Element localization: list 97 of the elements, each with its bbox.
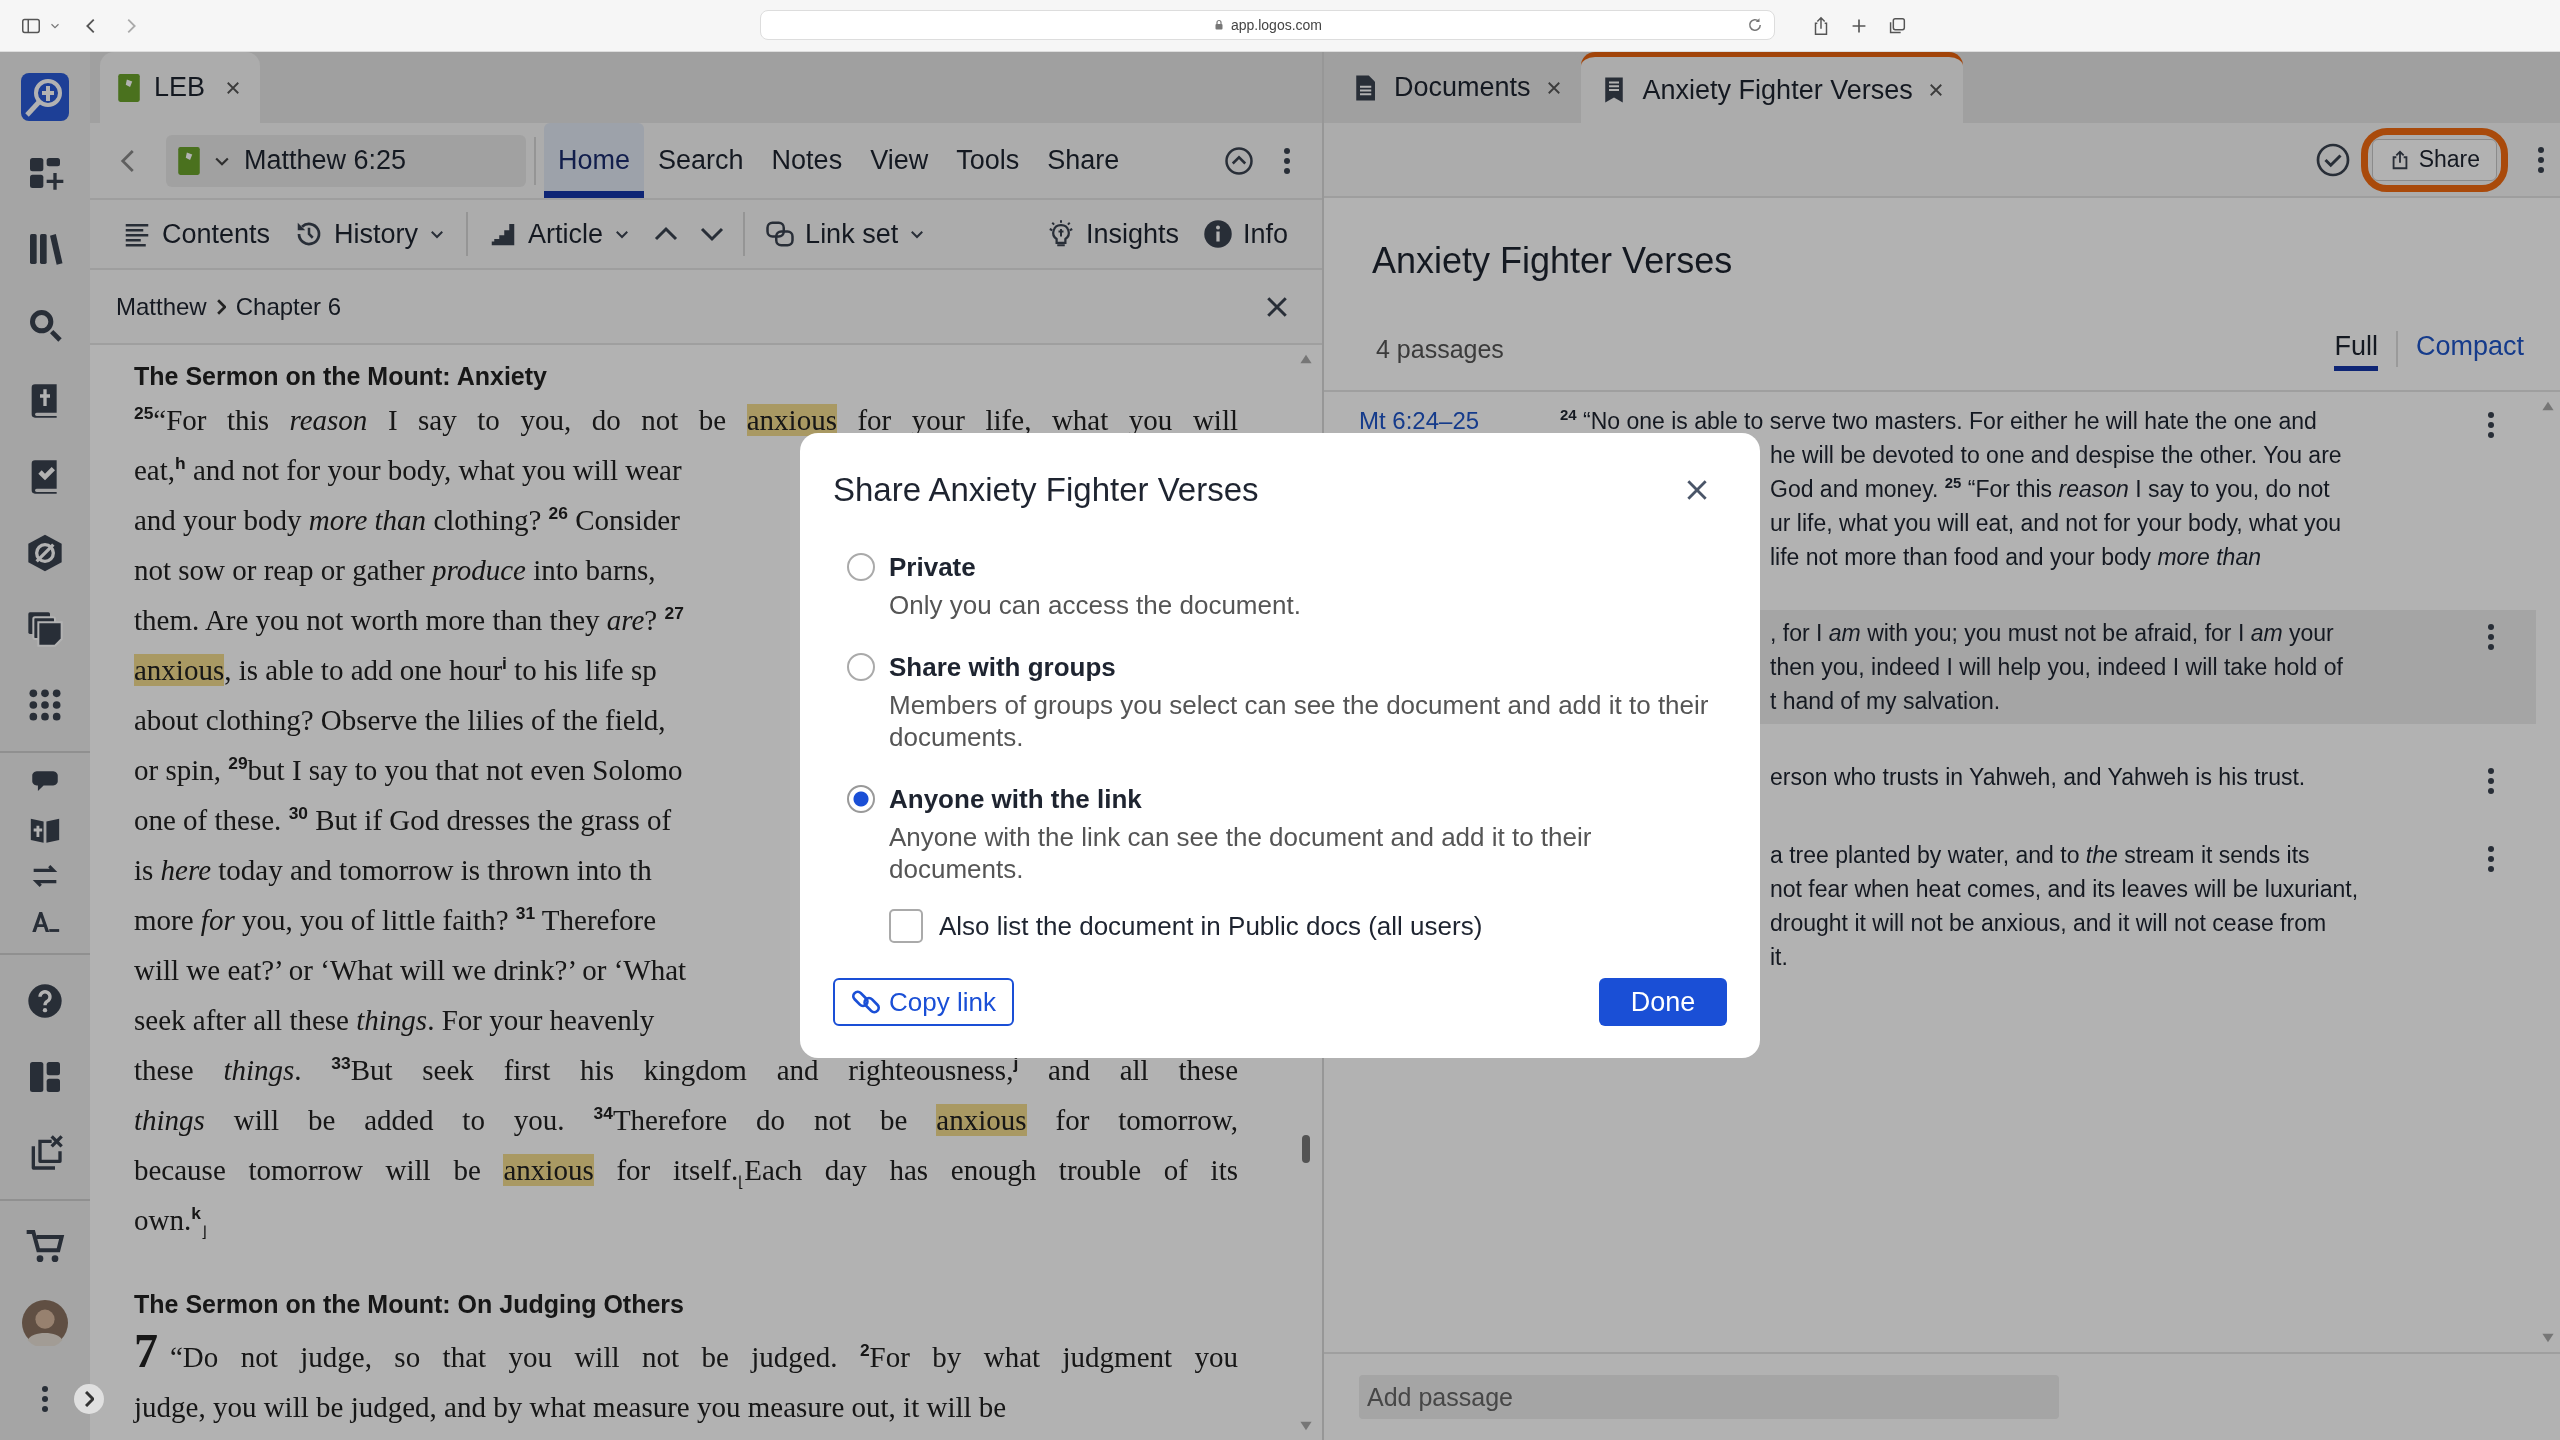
verse-line: anxious, is able to add one hour$^{i}$ to his life sp xyxy=(134,652,657,688)
passage-line: $^{24}$ “No one is able to serve two masters. For either he will hate the one and xyxy=(1560,405,2317,436)
scrollbar-thumb[interactable] xyxy=(1302,1135,1310,1163)
more-icon[interactable] xyxy=(2486,622,2496,652)
chapter-number: 7 xyxy=(134,1323,158,1379)
passage-line: drought it will not be anxious, and it will not cease from xyxy=(1770,909,2327,938)
verse-line: will we eat?’ or ‘What will we drink?’ or ‘What xyxy=(134,953,687,988)
copy-link-button[interactable]: Copy link xyxy=(833,978,1014,1026)
radio-button[interactable] xyxy=(847,785,875,813)
passage-line: erson who trusts in Yahweh, and Yahweh is his trust. xyxy=(1770,763,2306,792)
document-tab[interactable]: Anxiety Fighter Verses xyxy=(1580,52,1963,123)
passage-line: he will be devoted to one and despise the other. You are xyxy=(1770,441,2342,470)
toolbar-button[interactable]: Insights xyxy=(1041,218,1183,250)
toolbar-button[interactable]: History xyxy=(290,218,451,250)
verse-line: not sow or reap or gather produce into barns, xyxy=(134,553,656,588)
chevron-right-icon xyxy=(84,1391,94,1407)
option-description: Only you can access the document. xyxy=(889,589,1302,621)
option-description: Anyone with the link can see the document and add it to their documents. xyxy=(889,821,1593,885)
help-icon[interactable] xyxy=(25,981,65,1021)
verse-line: one of these. $^{30}$ But if God dresses the grass of xyxy=(134,802,672,838)
passage-count: 4 passages xyxy=(1376,334,1504,364)
verse-line: or spin, $^{29}$but I say to you that not even Solomo xyxy=(134,752,683,788)
add-passage-field[interactable]: Add passage xyxy=(1359,1375,2059,1419)
option-label[interactable]: Anyone with the link xyxy=(889,783,1142,815)
done-button[interactable]: Done xyxy=(1599,978,1727,1026)
breadcrumb-item[interactable]: Chapter 6 xyxy=(235,292,342,321)
checkbox-label[interactable]: Also list the document in Public docs (all users) xyxy=(939,910,1483,942)
tab-label: LEB xyxy=(154,72,206,103)
tab-label: Documents xyxy=(1394,72,1531,103)
menu-tab[interactable]: Home xyxy=(544,123,645,198)
address-bar[interactable]: app.logos.com xyxy=(760,10,1775,40)
verse-line: them. Are you not worth more than they are? $^{27}$ xyxy=(134,602,684,638)
passage-line: it. xyxy=(1770,943,1788,972)
hexagon-icon[interactable] xyxy=(25,533,65,573)
radio-button[interactable] xyxy=(847,553,875,581)
reference-selector[interactable]: Matthew 6:25 xyxy=(166,134,526,187)
verse-line: because tomorrow will be anxious for itself.$_{⌊}$Each day has enough trouble of its xyxy=(134,1153,1238,1192)
info-icon xyxy=(1202,219,1233,249)
verse-line: seek after all these things. For your heavenly xyxy=(134,1003,655,1038)
passage-line: then you, indeed I will help you, indeed I will take hold of xyxy=(1770,653,2343,682)
passage-line: a tree planted by water, and to the stream it sends its xyxy=(1770,841,2310,870)
display-mode-tab[interactable]: Compact xyxy=(2415,327,2524,371)
passage-line: ur life, what you will eat, and not for your body, what you xyxy=(1770,509,2342,538)
menu-tab[interactable]: View xyxy=(856,123,943,198)
option-label[interactable]: Private xyxy=(889,551,976,583)
passage-line: God and money. $^{25}$ “For this reason I say to you, do not xyxy=(1770,473,2330,504)
reference-text: Matthew 6:25 xyxy=(244,145,407,176)
tab-label: Anxiety Fighter Verses xyxy=(1642,74,1913,106)
breadcrumb-item[interactable]: Matthew xyxy=(116,292,207,321)
book-icon xyxy=(118,73,140,102)
share-button[interactable]: Share xyxy=(2371,138,2497,181)
chevron-right-icon xyxy=(216,298,226,315)
toolbar-button[interactable]: Link set xyxy=(761,218,931,250)
verse-line: eat,$^{h}$ and not for your body, what you will wear xyxy=(134,452,682,488)
menu-tab[interactable]: Share xyxy=(1033,123,1134,198)
logo-icon[interactable] xyxy=(21,73,69,121)
link-set-icon xyxy=(765,219,796,249)
passage-reference[interactable]: Mt 6:24–25 xyxy=(1359,407,1480,434)
toolbar-button[interactable]: Article xyxy=(484,218,636,250)
check-circle-icon[interactable] xyxy=(2314,141,2351,178)
verse-line: is here today and tomorrow is thrown into th xyxy=(134,853,652,888)
more-icon[interactable] xyxy=(2486,766,2496,796)
toolbar-button[interactable]: Info xyxy=(1198,218,1292,250)
radio-button[interactable] xyxy=(847,653,875,681)
section-heading: The Sermon on the Mount: Anxiety xyxy=(134,361,548,392)
verse-line: things will be added to you. $^{34}$Therefore do not be anxious for tomorrow, xyxy=(134,1102,1238,1138)
verse-line: judge, you will be judged, and by what measure you measure out, it will be xyxy=(134,1390,1007,1425)
verse-line: $^{25}$“For this reason I say to you, do not be anxious for your life, what you will xyxy=(134,402,1238,438)
book-icon xyxy=(178,146,200,175)
menu-tab[interactable]: Notes xyxy=(757,123,857,198)
copies-icon[interactable] xyxy=(25,609,65,649)
verse-line: more for you, you of little faith? $^{31}$ Therefore xyxy=(134,902,657,938)
menu-tab[interactable]: Search xyxy=(644,123,758,198)
collapse-icon[interactable] xyxy=(1224,145,1254,176)
passage-line: t hand of my salvation. xyxy=(1770,687,2001,716)
verse-line: “Do not judge, so that you will not be judged. $^{2}$For by what judgment you xyxy=(170,1339,1238,1375)
passage-line: , for I am with you; you must not be afraid, for I am your xyxy=(1770,619,2334,648)
checkbox[interactable] xyxy=(889,909,923,943)
menu-tab[interactable]: Tools xyxy=(942,123,1034,198)
dialog-title: Share Anxiety Fighter Verses xyxy=(833,471,1259,509)
display-mode-tab[interactable]: Full xyxy=(2334,327,2378,371)
more-icon[interactable] xyxy=(2486,410,2496,440)
reload-icon[interactable] xyxy=(1746,16,1764,34)
toolbar-button[interactable]: Contents xyxy=(118,218,275,250)
verse-line: about clothing? Observe the lilies of the field, xyxy=(134,703,666,738)
passage-line: life not more than food and your body more than xyxy=(1770,543,2261,572)
resource-tab[interactable]: LEB xyxy=(100,52,260,123)
section-heading: The Sermon on the Mount: On Judging Others xyxy=(134,1289,685,1320)
document-title: Anxiety Fighter Verses xyxy=(1371,239,1734,283)
more-icon[interactable] xyxy=(2486,844,2496,874)
avatar[interactable] xyxy=(22,1300,68,1346)
passage-item[interactable]: erson who trusts in Yahweh, and Yahweh is his trust. xyxy=(1324,754,2536,802)
verse-line: and your body more than clothing? $^{26}$ Consider xyxy=(134,502,680,538)
url-text: app.logos.com xyxy=(1230,17,1323,33)
passage-line: not fear when heat comes, and its leaves will be luxuriant, xyxy=(1770,875,2359,904)
option-label[interactable]: Share with groups xyxy=(889,651,1116,683)
expand-button[interactable] xyxy=(74,1384,104,1414)
